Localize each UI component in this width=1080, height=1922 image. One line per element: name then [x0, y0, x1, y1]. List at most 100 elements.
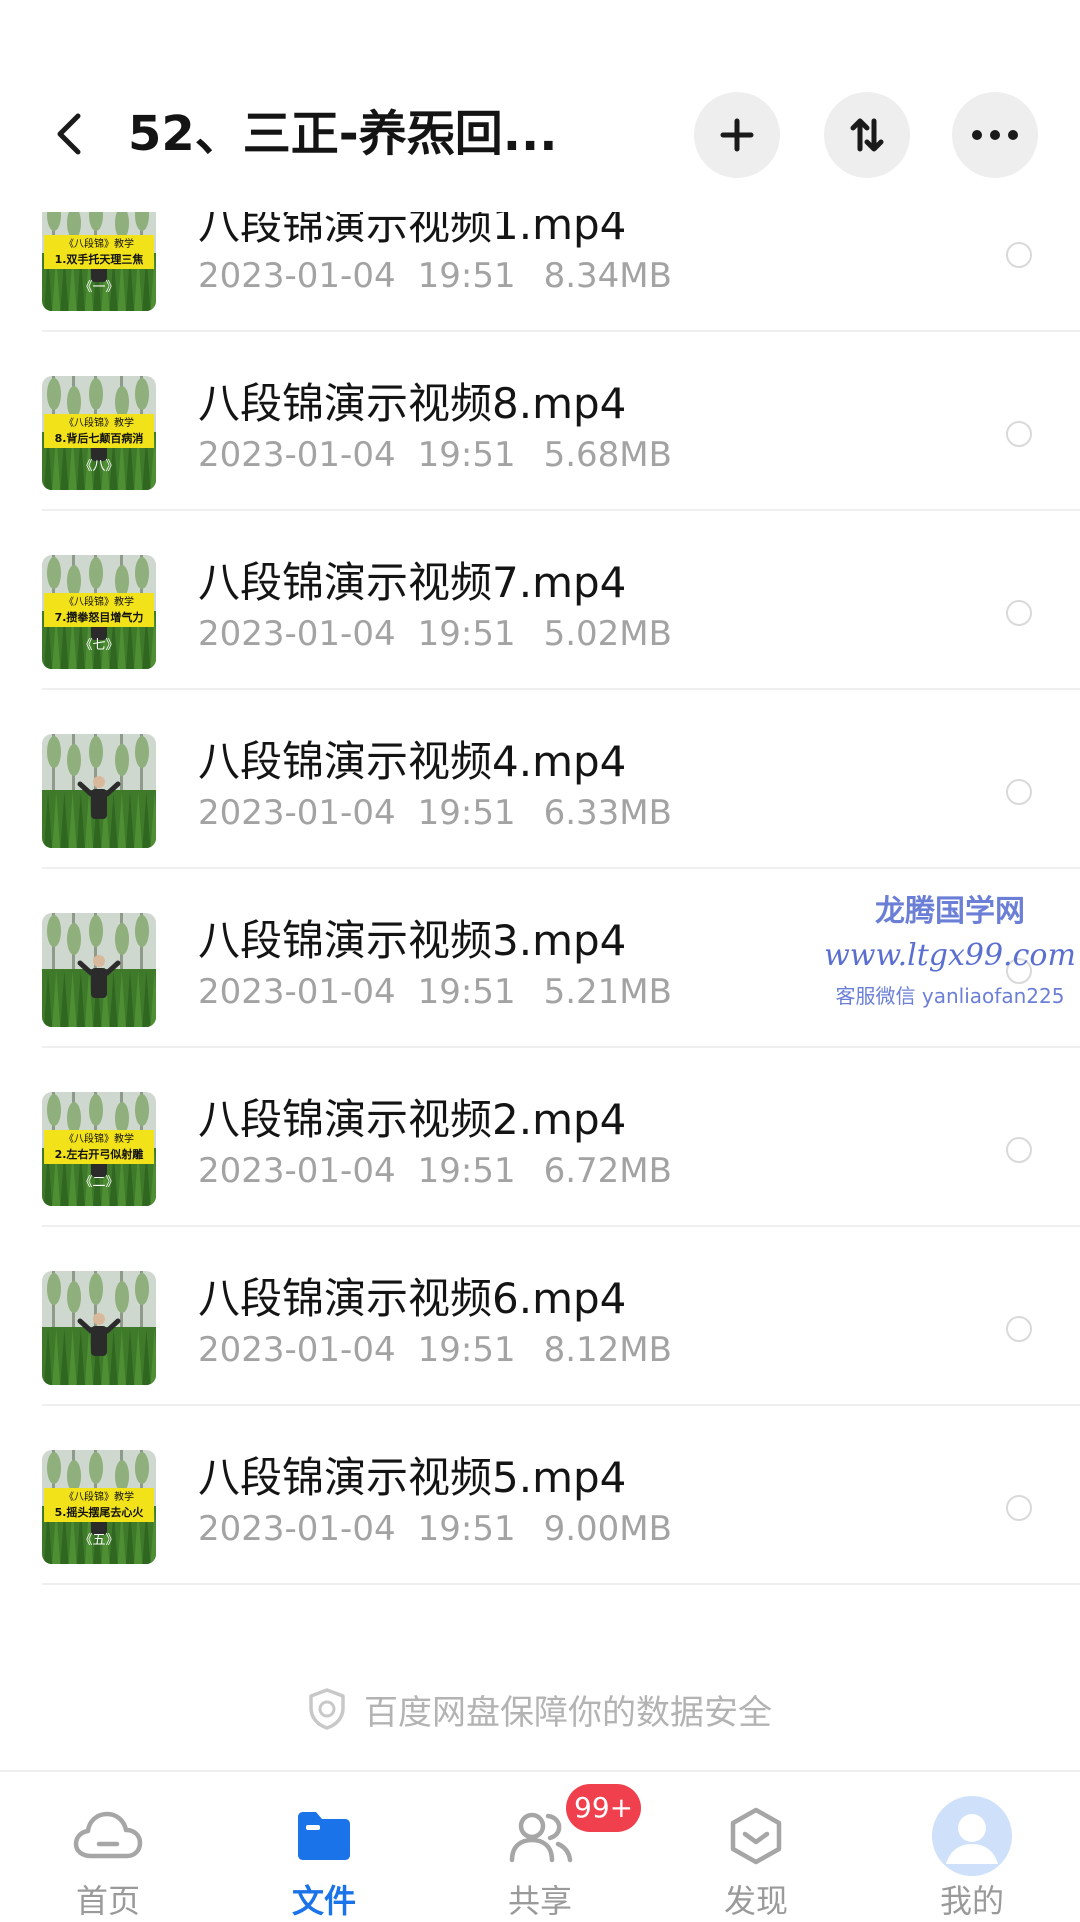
- thumbnail-caption-title: 《八段锦》教学: [64, 595, 134, 608]
- thumbnail-caption-number: 《七》: [79, 638, 118, 653]
- file-size: 6.33MB: [543, 793, 672, 833]
- file-size: 5.02MB: [543, 614, 672, 654]
- thumbnail-caption-title: 《八段锦》教学: [64, 1132, 134, 1145]
- file-date: 2023-01-04: [198, 614, 396, 654]
- video-thumbnail: [42, 1271, 156, 1385]
- video-thumbnail: 《八段锦》教学 7.攒拳怒目增气力 《七》: [42, 555, 156, 669]
- select-radio[interactable]: [1006, 779, 1032, 805]
- cloud-icon: [68, 1796, 148, 1876]
- thumbnail-caption-move: 1.双手托天理三焦: [55, 252, 144, 266]
- avatar-icon: [932, 1796, 1012, 1876]
- thumbnail-caption-title: 《八段锦》教学: [64, 1490, 134, 1503]
- tab-mine[interactable]: 我的: [864, 1772, 1080, 1922]
- more-icon: [972, 130, 1018, 140]
- watermark-title: 龙腾国学网: [875, 894, 1025, 929]
- file-date: 2023-01-04: [198, 256, 396, 296]
- tab-discover[interactable]: 发现: [648, 1772, 864, 1922]
- file-list: 《八段锦》教学 1.双手托天理三焦 《一》 八段锦演示视频1.mp4 2023-01-0…: [0, 173, 1080, 1585]
- thumbnail-caption-number: 《八》: [79, 459, 118, 474]
- file-date: 2023-01-04: [198, 435, 396, 475]
- file-row[interactable]: 《八段锦》教学 2.左右开弓似射雕 《二》 八段锦演示视频2.mp4 2023-01-0…: [0, 1048, 1080, 1227]
- video-thumbnail: [42, 734, 156, 848]
- file-meta: 2023-01-04 19:51 5.68MB: [198, 432, 672, 478]
- folder-icon: [284, 1796, 364, 1876]
- thumbnail-image: 《八段锦》教学 7.攒拳怒目增气力《七》: [42, 555, 156, 669]
- file-date: 2023-01-04: [198, 1151, 396, 1191]
- thumbnail-caption-move: 8.背后七颠百病消: [55, 431, 144, 445]
- select-radio[interactable]: [1006, 1316, 1032, 1342]
- select-radio[interactable]: [1006, 421, 1032, 447]
- tab-mine-label: 我的: [939, 1882, 1004, 1920]
- video-thumbnail: 《八段锦》教学 5.摇头摆尾去心火 《五》: [42, 1450, 156, 1564]
- security-text: 百度网盘保障你的数据安全: [364, 1692, 772, 1733]
- file-time: 19:51: [417, 972, 516, 1012]
- select-radio[interactable]: [1006, 1137, 1032, 1163]
- watermark: 龙腾国学网 www.ltgx99.com 客服微信 yanliaofan225: [820, 892, 1080, 1010]
- file-row[interactable]: 《八段锦》教学 5.摇头摆尾去心火 《五》 八段锦演示视频5.mp4 2023-01-0…: [0, 1406, 1080, 1585]
- file-size: 8.34MB: [543, 256, 672, 296]
- file-row[interactable]: 八段锦演示视频4.mp4 2023-01-04 19:51 6.33MB: [0, 690, 1080, 869]
- back-button[interactable]: [40, 104, 100, 164]
- file-meta: 2023-01-04 19:51 5.02MB: [198, 611, 672, 657]
- select-radio[interactable]: [1006, 600, 1032, 626]
- tab-home[interactable]: 首页: [0, 1772, 216, 1922]
- video-thumbnail: 《八段锦》教学 2.左右开弓似射雕 《二》: [42, 1092, 156, 1206]
- tab-discover-label: 发现: [723, 1882, 788, 1920]
- file-row[interactable]: 《八段锦》教学 8.背后七颠百病消 《八》 八段锦演示视频8.mp4 2023-01-0…: [0, 332, 1080, 511]
- thumbnail-caption-number: 《二》: [79, 1175, 118, 1190]
- file-name: 八段锦演示视频5.mp4: [198, 1453, 627, 1502]
- file-date: 2023-01-04: [198, 972, 396, 1012]
- page-title: 52、三正-养炁回...: [128, 106, 558, 162]
- video-thumbnail: 《八段锦》教学 8.背后七颠百病消 《八》: [42, 376, 156, 490]
- thumbnail-caption-move: 5.摇头摆尾去心火: [55, 1505, 145, 1519]
- sort-button[interactable]: [824, 92, 910, 178]
- thumbnail-image: [42, 734, 156, 848]
- thumbnail-image: 《八段锦》教学 2.左右开弓似射雕《二》: [42, 1092, 156, 1206]
- video-thumbnail: 《八段锦》教学 1.双手托天理三焦 《一》: [42, 197, 156, 311]
- row-divider: [42, 1583, 1080, 1585]
- file-name: 八段锦演示视频7.mp4: [198, 558, 627, 607]
- tab-files-label: 文件: [291, 1882, 356, 1920]
- file-meta: 2023-01-04 19:51 8.34MB: [198, 253, 672, 299]
- add-icon: [720, 118, 754, 152]
- thumbnail-caption-title: 《八段锦》教学: [64, 237, 134, 250]
- thumbnail-caption-move: 2.左右开弓似射雕: [55, 1147, 144, 1161]
- tab-files[interactable]: 文件: [216, 1772, 432, 1922]
- file-size: 5.21MB: [543, 972, 672, 1012]
- watermark-url: www.ltgx99.com: [824, 938, 1076, 973]
- select-radio[interactable]: [1006, 242, 1032, 268]
- select-radio[interactable]: [1006, 1495, 1032, 1521]
- file-meta: 2023-01-04 19:51 9.00MB: [198, 1506, 672, 1552]
- thumbnail-image: 《八段锦》教学 5.摇头摆尾去心火《五》: [42, 1450, 156, 1564]
- file-row[interactable]: 《八段锦》教学 7.攒拳怒目增气力 《七》 八段锦演示视频7.mp4 2023-01-0…: [0, 511, 1080, 690]
- chevron-left-icon: [57, 113, 81, 155]
- file-date: 2023-01-04: [198, 1330, 396, 1370]
- tab-share-label: 共享: [507, 1882, 572, 1920]
- sort-icon: [850, 118, 884, 152]
- file-time: 19:51: [417, 435, 516, 475]
- file-meta: 2023-01-04 19:51 8.12MB: [198, 1327, 672, 1373]
- file-meta: 2023-01-04 19:51 5.21MB: [198, 969, 672, 1015]
- file-meta: 2023-01-04 19:51 6.72MB: [198, 1148, 672, 1194]
- more-button[interactable]: [952, 92, 1038, 178]
- thumbnail-image: [42, 1271, 156, 1385]
- file-size: 6.72MB: [543, 1151, 672, 1191]
- file-name: 八段锦演示视频8.mp4: [198, 379, 627, 428]
- thumbnail-caption-number: 《一》: [79, 280, 118, 295]
- file-row[interactable]: 八段锦演示视频6.mp4 2023-01-04 19:51 8.12MB: [0, 1227, 1080, 1406]
- shield-icon: [308, 1688, 346, 1730]
- thumbnail-caption-number: 《五》: [79, 1533, 118, 1548]
- file-time: 19:51: [417, 256, 516, 296]
- file-date: 2023-01-04: [198, 793, 396, 833]
- file-name: 八段锦演示视频3.mp4: [198, 916, 627, 965]
- thumbnail-caption-move: 7.攒拳怒目增气力: [55, 610, 144, 624]
- add-button[interactable]: [694, 92, 780, 178]
- thumbnail-image: 《八段锦》教学 8.背后七颠百病消《八》: [42, 376, 156, 490]
- file-size: 8.12MB: [543, 1330, 672, 1370]
- file-time: 19:51: [417, 1151, 516, 1191]
- tab-home-label: 首页: [75, 1882, 140, 1920]
- discover-icon: [716, 1796, 796, 1876]
- tab-bar: 首页 文件 共享 发现 我的: [0, 1770, 1080, 1922]
- watermark-contact: 客服微信 yanliaofan225: [835, 984, 1065, 1008]
- thumbnail-image: 《八段锦》教学 1.双手托天理三焦《一》: [42, 197, 156, 311]
